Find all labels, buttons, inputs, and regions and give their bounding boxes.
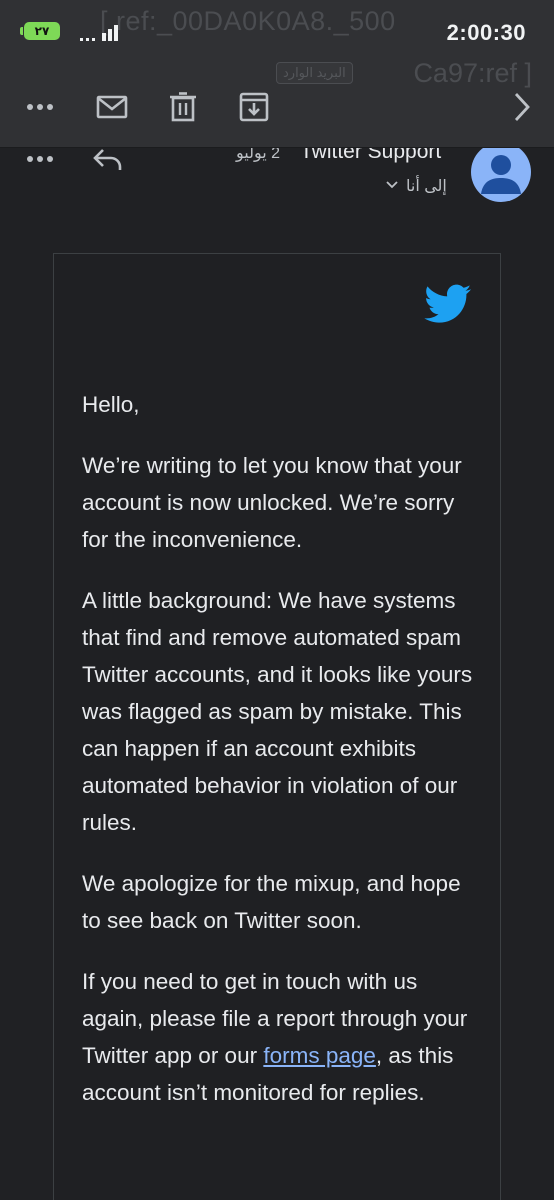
email-body: Hello, We’re writing to let you know tha… [82,386,482,1135]
email-screen: [ ref:_00DA0K0A8._500 البريد الوارد Ca97… [0,0,554,1200]
email-paragraph-3: We apologize for the mixup, and hope to … [82,871,461,933]
more-horizontal-icon [27,156,53,162]
status-time: 2:00:30 [446,20,526,45]
ghost-subject-line: [ ref:_00DA0K0A8._500 [100,6,396,36]
chevron-down-icon[interactable] [386,181,398,189]
email-body-card: Hello, We’re writing to let you know tha… [53,253,501,1200]
email-paragraph-1: We’re writing to let you know that your … [82,453,462,552]
next-message-button[interactable] [504,90,540,124]
archive-icon [239,92,269,122]
twitter-bird-icon [424,284,472,323]
recipient-details[interactable]: إلى أنا [406,176,447,196]
ghost-subject-line-2: Ca97:ref ] [413,58,532,88]
battery-icon: ٢٧ [20,22,60,40]
message-header: 2 يوليو Twitter Support إلى أنا [0,140,554,248]
more-horizontal-icon [27,104,53,110]
chevron-right-icon [514,93,530,121]
forms-page-link[interactable]: forms page [263,1043,376,1068]
signal-icon [80,25,118,41]
trash-icon [170,92,196,122]
email-paragraph-2: A little background: We have systems tha… [82,588,473,835]
mark-unread-button[interactable] [94,90,130,124]
email-paragraph-4: If you need to get in touch with us agai… [82,963,482,1111]
email-greeting: Hello, [82,392,140,417]
user-silhouette-icon [481,155,521,194]
mail-icon [96,95,128,119]
delete-button[interactable] [165,90,201,124]
top-toolbar: [ ref:_00DA0K0A8._500 البريد الوارد Ca97… [0,0,554,148]
avatar[interactable] [471,142,531,202]
more-options-button[interactable] [22,90,58,124]
ghost-inbox-chip: البريد الوارد [276,62,353,84]
archive-button[interactable] [236,90,272,124]
reply-icon [93,149,122,170]
